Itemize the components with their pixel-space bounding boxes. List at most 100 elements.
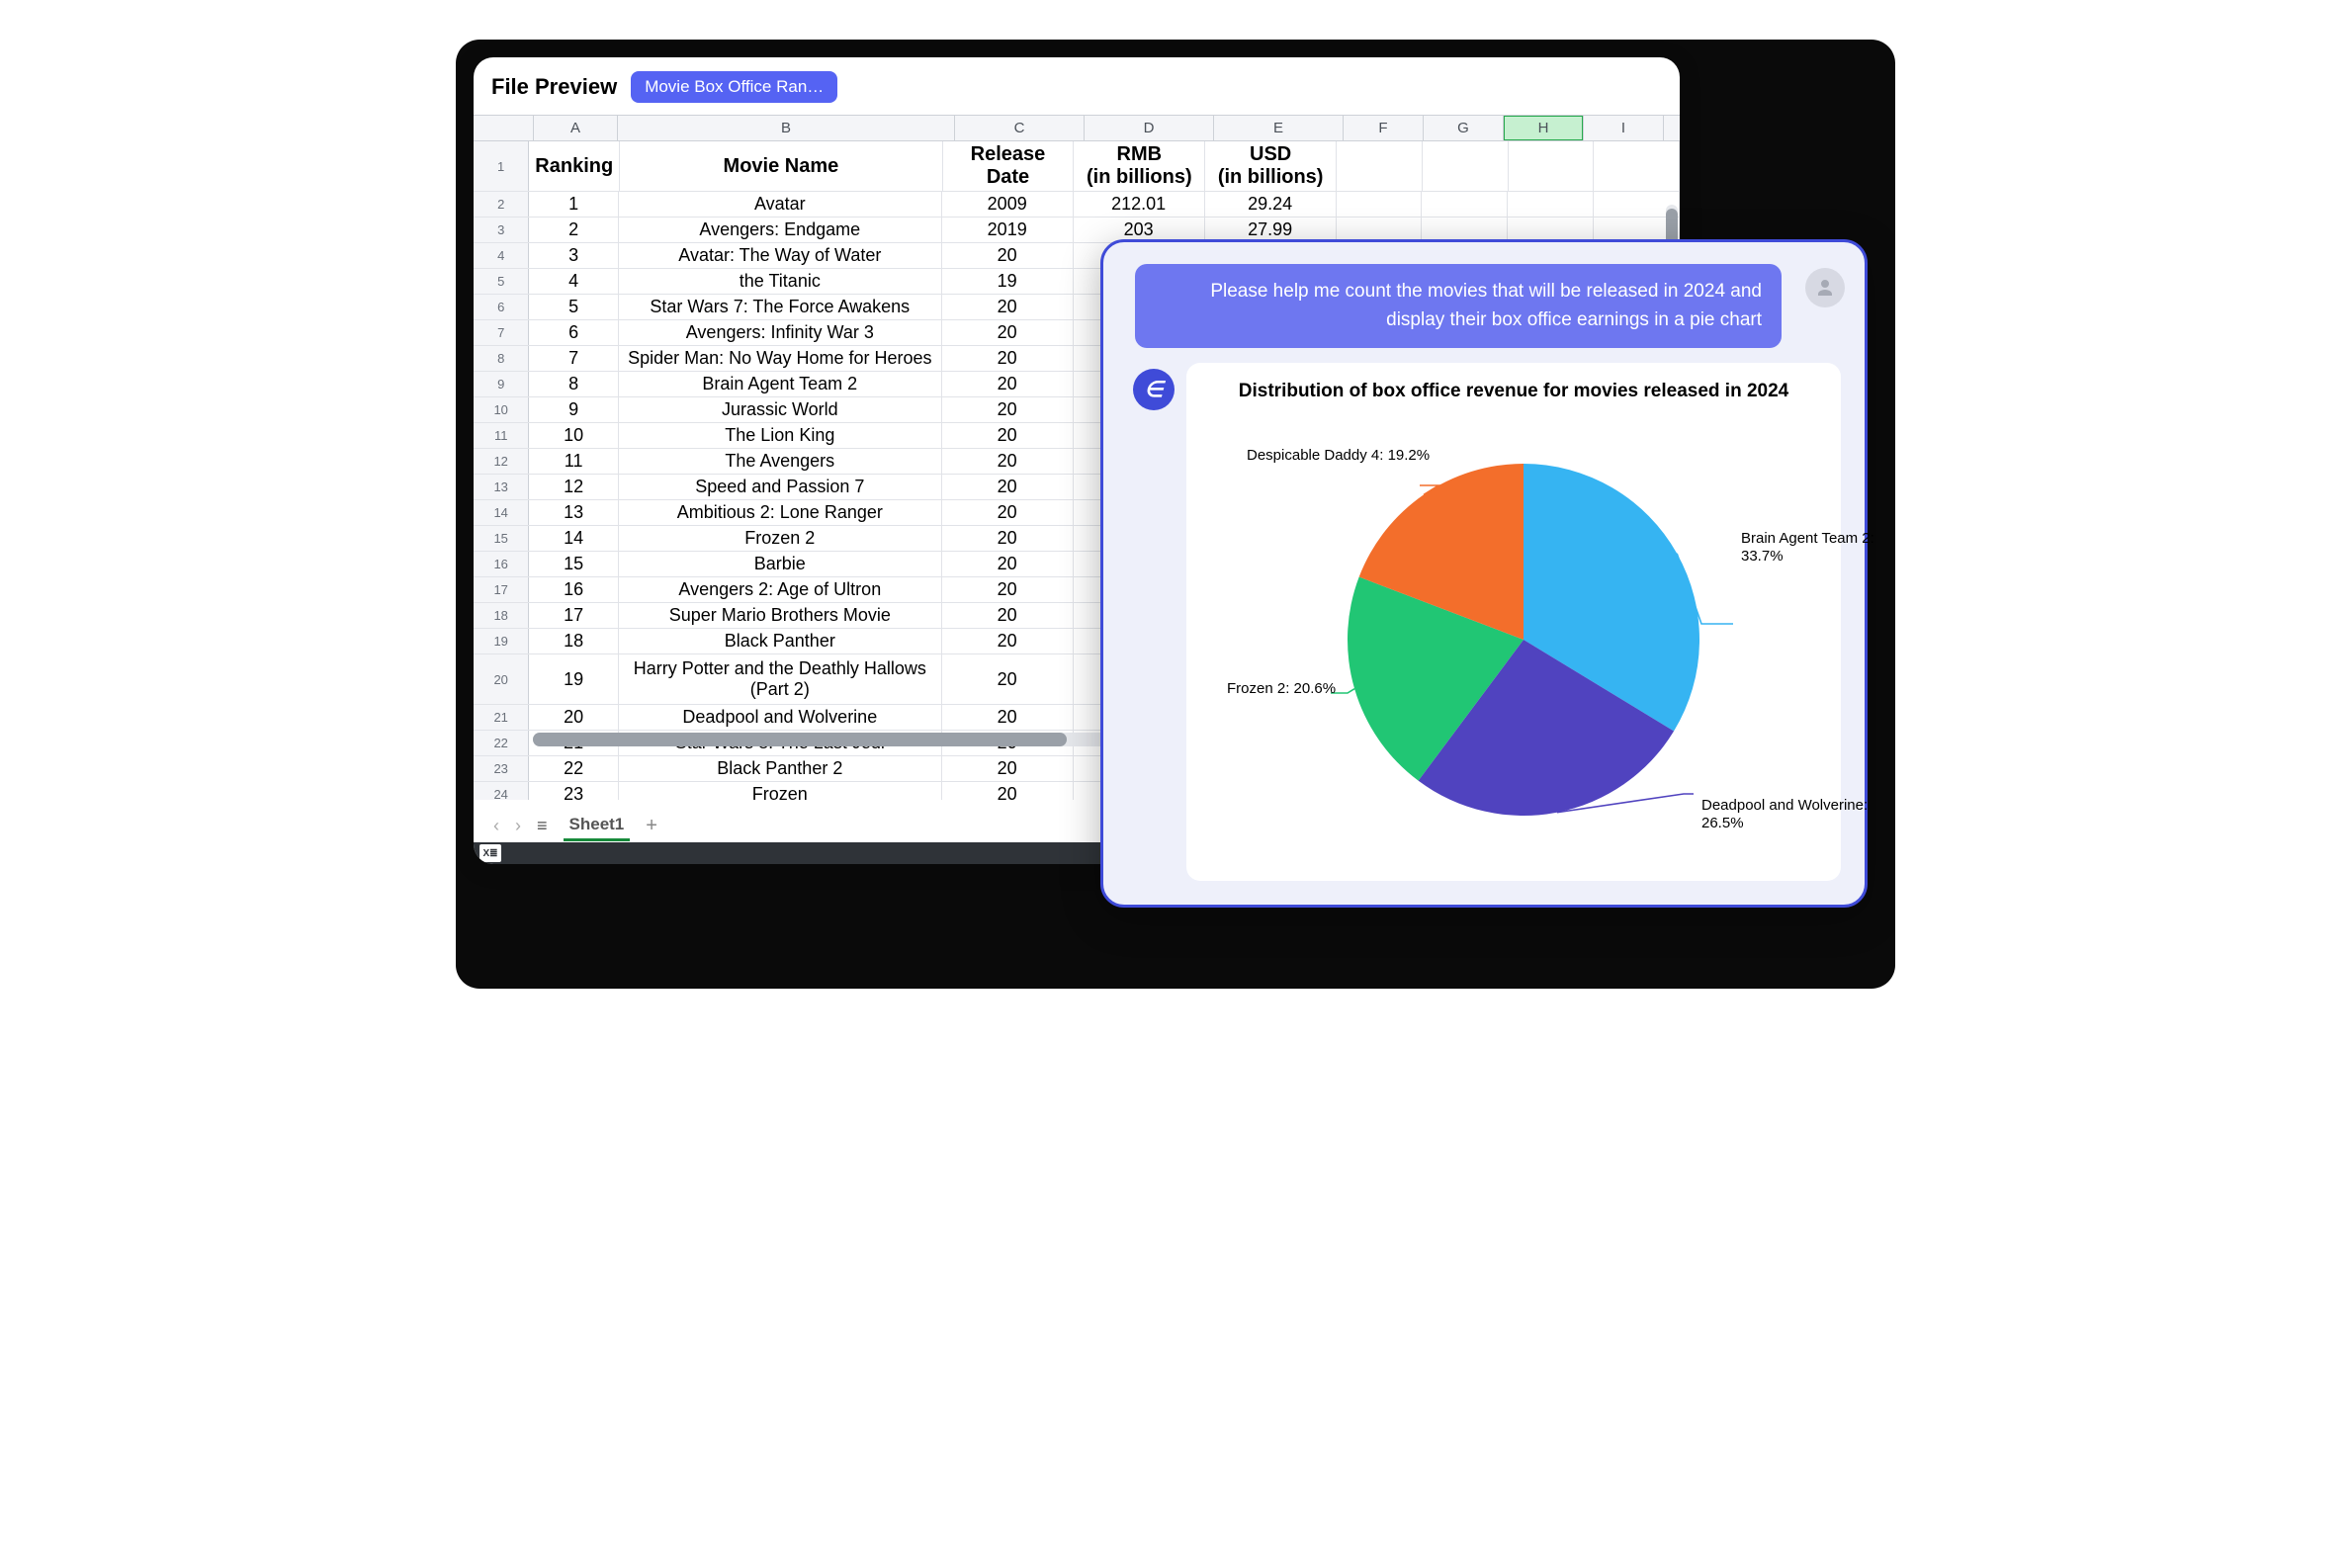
cell[interactable]: 10 [529, 423, 619, 448]
column-header-H[interactable]: H [1504, 116, 1584, 140]
cell[interactable]: 6 [529, 320, 619, 345]
tab-prev-icon[interactable]: ‹ [493, 816, 499, 836]
cell[interactable]: 29.24 [1205, 192, 1337, 217]
cell[interactable]: 1 [529, 192, 619, 217]
cell[interactable]: the Titanic [619, 269, 942, 294]
cell[interactable]: 20 [942, 346, 1074, 371]
column-header-C[interactable]: C [955, 116, 1085, 140]
row-number[interactable]: 8 [474, 346, 529, 371]
cell[interactable]: 15 [529, 552, 619, 576]
horizontal-scroll-thumb[interactable] [533, 733, 1067, 746]
row-number[interactable]: 22 [474, 731, 529, 755]
cell[interactable]: 18 [529, 629, 619, 653]
cell[interactable]: 16 [529, 577, 619, 602]
row-number[interactable]: 9 [474, 372, 529, 396]
cell[interactable]: Speed and Passion 7 [619, 475, 942, 499]
cell[interactable]: 9 [529, 397, 619, 422]
column-header-D[interactable]: D [1085, 116, 1214, 140]
cell[interactable]: 11 [529, 449, 619, 474]
row-number[interactable]: 24 [474, 782, 529, 800]
cell[interactable] [1337, 141, 1423, 191]
column-header-A[interactable]: A [534, 116, 618, 140]
cell[interactable]: Avengers: Infinity War 3 [619, 320, 942, 345]
column-header-F[interactable]: F [1344, 116, 1424, 140]
row-number[interactable]: 13 [474, 475, 529, 499]
cell[interactable]: 20 [529, 705, 619, 730]
row-number[interactable]: 6 [474, 295, 529, 319]
cell[interactable]: 20 [942, 577, 1074, 602]
column-header-E[interactable]: E [1214, 116, 1344, 140]
cell[interactable]: The Lion King [619, 423, 942, 448]
cell[interactable]: Frozen [619, 782, 942, 800]
cell[interactable]: 20 [942, 475, 1074, 499]
file-chip[interactable]: Movie Box Office Ran… [631, 71, 837, 103]
row-number[interactable]: 17 [474, 577, 529, 602]
sheet-tab[interactable]: Sheet1 [564, 811, 631, 841]
cell[interactable]: 20 [942, 603, 1074, 628]
cell[interactable]: Black Panther 2 [619, 756, 942, 781]
row-number[interactable]: 16 [474, 552, 529, 576]
cell[interactable]: 212.01 [1074, 192, 1205, 217]
cell[interactable]: 14 [529, 526, 619, 551]
row-number[interactable]: 1 [474, 141, 529, 191]
cell[interactable]: Avatar: The Way of Water [619, 243, 942, 268]
cell[interactable]: Deadpool and Wolverine [619, 705, 942, 730]
row-number[interactable]: 4 [474, 243, 529, 268]
cell[interactable]: 2019 [942, 218, 1074, 242]
row-number[interactable]: 10 [474, 397, 529, 422]
cell[interactable]: 17 [529, 603, 619, 628]
cell[interactable]: Harry Potter and the Deathly Hallows (Pa… [619, 654, 942, 704]
tab-next-icon[interactable]: › [515, 816, 521, 836]
row-number[interactable]: 5 [474, 269, 529, 294]
cell[interactable]: 20 [942, 526, 1074, 551]
cell[interactable]: Avatar [619, 192, 942, 217]
select-all-corner[interactable] [474, 116, 534, 140]
row-number[interactable]: 21 [474, 705, 529, 730]
cell[interactable]: 4 [529, 269, 619, 294]
cell[interactable]: 20 [942, 705, 1074, 730]
cell[interactable]: Movie Name [620, 141, 942, 191]
cell[interactable]: Ranking [529, 141, 620, 191]
row-number[interactable]: 14 [474, 500, 529, 525]
cell[interactable]: 20 [942, 552, 1074, 576]
cell[interactable]: Ambitious 2: Lone Ranger [619, 500, 942, 525]
cell[interactable]: Star Wars 7: The Force Awakens [619, 295, 942, 319]
add-sheet-icon[interactable]: + [646, 815, 657, 837]
cell[interactable] [1594, 141, 1680, 191]
cell[interactable]: RMB(in billions) [1074, 141, 1205, 191]
cell[interactable]: 2 [529, 218, 619, 242]
row-number[interactable]: 19 [474, 629, 529, 653]
cell[interactable]: Release Date [943, 141, 1075, 191]
cell[interactable]: 5 [529, 295, 619, 319]
cell[interactable] [1423, 141, 1509, 191]
cell[interactable]: 20 [942, 654, 1074, 704]
cell[interactable]: USD(in billions) [1205, 141, 1337, 191]
cell[interactable] [1508, 192, 1594, 217]
cell[interactable]: 7 [529, 346, 619, 371]
row-number[interactable]: 12 [474, 449, 529, 474]
cell[interactable]: Spider Man: No Way Home for Heroes [619, 346, 942, 371]
cell[interactable]: 20 [942, 372, 1074, 396]
cell[interactable]: 22 [529, 756, 619, 781]
cell[interactable] [1422, 192, 1508, 217]
cell[interactable]: 19 [942, 269, 1074, 294]
cell[interactable]: 3 [529, 243, 619, 268]
column-header-I[interactable]: I [1584, 116, 1664, 140]
row-number[interactable]: 23 [474, 756, 529, 781]
cell[interactable]: 20 [942, 449, 1074, 474]
row-number[interactable]: 3 [474, 218, 529, 242]
cell[interactable]: Black Panther [619, 629, 942, 653]
column-header-B[interactable]: B [618, 116, 955, 140]
cell[interactable]: 20 [942, 397, 1074, 422]
row-number[interactable]: 2 [474, 192, 529, 217]
column-header-G[interactable]: G [1424, 116, 1504, 140]
cell[interactable] [1337, 192, 1423, 217]
cell[interactable]: Brain Agent Team 2 [619, 372, 942, 396]
row-number[interactable]: 20 [474, 654, 529, 704]
cell[interactable]: Frozen 2 [619, 526, 942, 551]
cell[interactable]: Barbie [619, 552, 942, 576]
cell[interactable]: 12 [529, 475, 619, 499]
cell[interactable]: 20 [942, 629, 1074, 653]
cell[interactable]: 23 [529, 782, 619, 800]
cell[interactable]: 20 [942, 320, 1074, 345]
